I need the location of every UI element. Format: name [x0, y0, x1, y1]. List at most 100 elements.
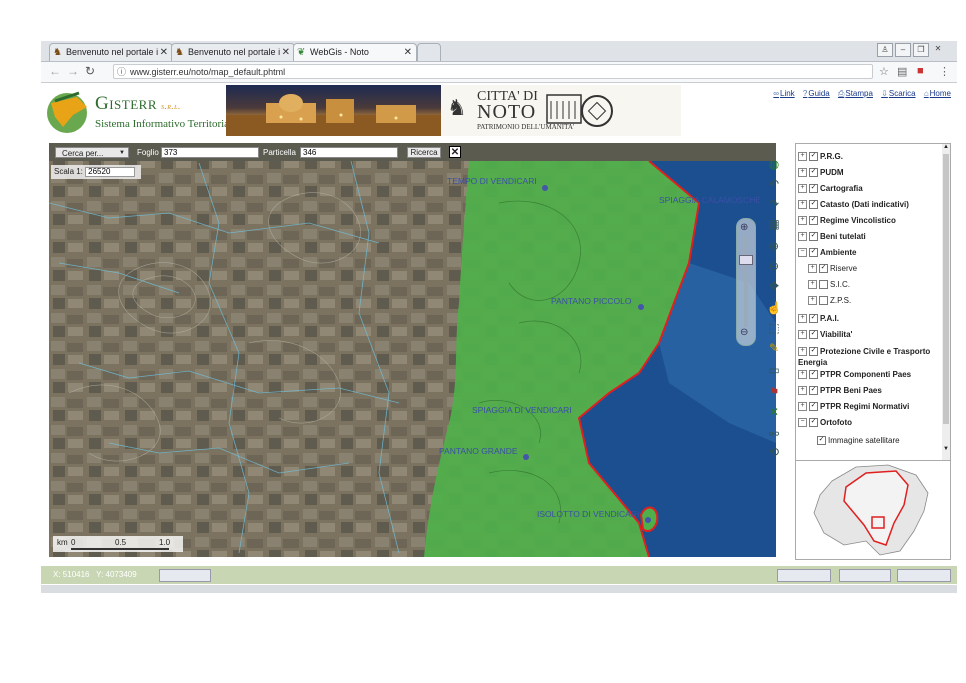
close-icon[interactable]: ✕ — [282, 44, 290, 61]
layer-item[interactable]: + ✓ PTPR Componenti Paes — [798, 370, 936, 380]
browser-tab-3[interactable]: ❦ WebGis - Noto ✕ — [293, 43, 417, 61]
layer-checkbox[interactable]: ✓ — [819, 264, 828, 274]
close-icon[interactable]: ✕ — [404, 44, 412, 61]
layer-checkbox[interactable]: ✓ — [809, 200, 818, 210]
back-icon[interactable]: ← — [49, 64, 61, 78]
map-poi-marker[interactable] — [638, 304, 644, 310]
zoom-in-tool-icon[interactable]: ⊕ — [766, 238, 782, 254]
close-search-button[interactable]: ✕ — [449, 146, 461, 158]
layer-item[interactable]: + Z.P.S. — [808, 296, 936, 306]
layer-item[interactable]: − ✓ Ortofoto — [798, 418, 936, 428]
layer-item[interactable]: + ✓ PTPR Beni Paes — [798, 386, 936, 396]
expand-toggle-icon[interactable]: − — [798, 418, 807, 428]
layer-checkbox[interactable]: ✓ — [809, 216, 818, 226]
measure-icon[interactable]: ▭ — [766, 362, 782, 378]
expand-toggle-icon[interactable]: + — [798, 216, 807, 226]
map-poi-marker[interactable] — [645, 517, 651, 523]
scroll-down-icon[interactable]: ▼ — [943, 446, 949, 452]
particella-input[interactable] — [300, 147, 398, 158]
select-icon[interactable]: ⬚ — [766, 320, 782, 336]
map-poi-marker[interactable] — [542, 185, 548, 191]
link-link[interactable]: ∞Link — [773, 89, 794, 98]
overview-canvas[interactable] — [796, 461, 950, 559]
layer-checkbox[interactable] — [819, 296, 828, 306]
scarica-link[interactable]: ⇩Scarica — [881, 89, 915, 98]
layer-item[interactable]: + ✓ Cartografia — [798, 184, 936, 194]
layer-item[interactable]: + ✓ Riserve — [808, 264, 936, 274]
forward-icon[interactable]: → — [67, 64, 79, 78]
extension-icon[interactable]: ▤ — [897, 65, 907, 78]
forward-extent-icon[interactable]: ↷ — [766, 196, 782, 212]
map-view[interactable]: TEMPO DI VENDICARI SPIAGGIA CALAMOSCHE P… — [49, 143, 776, 557]
zoom-slider[interactable]: ⊕ ⊖ — [736, 218, 756, 346]
layer-item[interactable]: + ✓ Catasto (Dati indicativi) — [798, 200, 936, 210]
expand-toggle-icon[interactable]: + — [798, 184, 807, 194]
expand-toggle-icon[interactable]: + — [798, 314, 807, 324]
tooltip-icon[interactable]: ✎ — [766, 340, 782, 356]
stampa-link[interactable]: ⎙Stampa — [838, 89, 873, 98]
foglio-input[interactable] — [161, 147, 259, 158]
map-poi-marker[interactable] — [523, 454, 529, 460]
layer-checkbox[interactable]: ✓ — [809, 370, 818, 380]
star-icon[interactable]: ☆ — [879, 65, 889, 78]
ricerca-button[interactable]: Ricerca — [407, 147, 441, 158]
pan-icon[interactable]: ✥ — [766, 278, 782, 294]
expand-toggle-icon[interactable]: + — [798, 200, 807, 210]
identify-icon[interactable]: ☝ — [766, 300, 782, 316]
layer-checkbox[interactable]: ✓ — [809, 248, 818, 258]
extension-color-icon[interactable]: ■ — [917, 65, 924, 77]
poi-icon[interactable]: ⚑ — [766, 384, 782, 400]
scale-input[interactable] — [85, 166, 136, 177]
expand-toggle-icon[interactable]: + — [798, 232, 807, 242]
layer-item[interactable]: + ✓ Protezione Civile e Trasporto Energia — [798, 346, 936, 368]
zoom-out-tool-icon[interactable]: ⊖ — [766, 258, 782, 274]
layer-checkbox[interactable]: ✓ — [809, 386, 818, 396]
menu-icon[interactable]: ⋮ — [939, 65, 950, 78]
layer-checkbox[interactable]: ✓ — [809, 232, 818, 242]
expand-toggle-icon[interactable]: + — [808, 264, 817, 274]
link-tool-icon[interactable]: ⚯ — [766, 426, 782, 442]
layer-checkbox[interactable]: ✓ — [809, 152, 818, 162]
expand-toggle-icon[interactable]: + — [798, 402, 807, 412]
layer-item[interactable]: + ✓ PTPR Regimi Normativi — [798, 402, 936, 412]
refresh-icon[interactable]: ⟲ — [766, 444, 782, 460]
gisterr-logo[interactable]: Gisterr s.r.l. Sistema Informativo Territ… — [43, 85, 237, 139]
expand-toggle-icon[interactable]: + — [798, 152, 807, 162]
expand-toggle-icon[interactable]: + — [808, 296, 817, 306]
layer-checkbox[interactable]: ✓ — [809, 330, 818, 340]
layers-icon[interactable]: ▦ — [766, 216, 782, 232]
url-input[interactable]: ⓘ www.gisterr.eu/noto/map_default.phtml — [113, 64, 873, 79]
layer-checkbox[interactable]: ✓ — [809, 184, 818, 194]
layer-item[interactable]: + ✓ P.R.G. — [798, 152, 936, 162]
guida-link[interactable]: ?Guida — [803, 89, 830, 98]
layer-checkbox[interactable]: ✓ — [809, 347, 818, 357]
zoom-in-icon[interactable]: ⊕ — [740, 222, 748, 233]
layer-checkbox[interactable]: ✓ — [809, 418, 818, 428]
expand-toggle-icon[interactable]: + — [798, 370, 807, 380]
home-link[interactable]: ⌂Home — [924, 89, 951, 98]
expand-toggle-icon[interactable]: + — [798, 386, 807, 396]
layer-checkbox[interactable]: ✓ — [809, 314, 818, 324]
layer-scrollbar[interactable]: ▲ ▼ — [942, 144, 950, 460]
zoom-out-icon[interactable]: ⊖ — [740, 327, 748, 338]
layer-item[interactable]: + ✓ Regime Vincolistico — [798, 216, 936, 226]
back-extent-icon[interactable]: ↶ — [766, 176, 782, 192]
layer-checkbox[interactable]: ✓ — [817, 436, 826, 446]
layer-item[interactable]: − ✓ Ambiente — [798, 248, 936, 258]
cerca-per-select[interactable]: Cerca per... ▼ — [55, 147, 129, 158]
zoom-track[interactable] — [744, 237, 748, 327]
expand-toggle-icon[interactable]: + — [808, 280, 817, 290]
zoom-handle[interactable] — [739, 255, 753, 265]
profile-icon[interactable]: ♙ — [877, 43, 893, 57]
restore-icon[interactable]: ❐ — [913, 43, 929, 57]
layer-item[interactable]: + ✓ Viabilita' — [798, 330, 936, 340]
layer-item[interactable]: + ✓ PUDM — [798, 168, 936, 178]
overview-map[interactable] — [795, 460, 951, 560]
layer-item[interactable]: + S.I.C. — [808, 280, 936, 290]
scroll-thumb[interactable] — [943, 154, 949, 424]
reload-icon[interactable]: ↻ — [85, 64, 95, 78]
layer-item[interactable]: + ✓ Beni tutelati — [798, 232, 936, 242]
layer-checkbox[interactable] — [819, 280, 828, 290]
minimize-icon[interactable]: – — [895, 43, 911, 57]
close-window-icon[interactable]: ✕ — [931, 43, 945, 55]
